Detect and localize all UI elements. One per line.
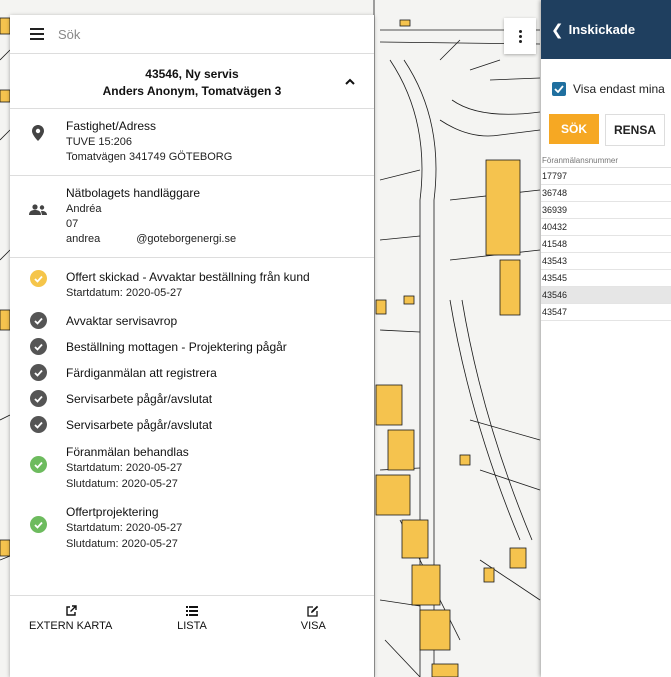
status-step-start: Startdatum: 2020-05-27	[66, 287, 183, 299]
check-icon	[29, 456, 47, 473]
status-step-label: Offert skickad - Avvaktar beställning fr…	[66, 270, 310, 284]
property-section: Fastighet/Adress TUVE 15:206 Tomatvägen …	[10, 109, 374, 176]
extern-karta-label: EXTERN KARTA	[28, 620, 113, 632]
list-icon	[185, 606, 198, 616]
errand-subtitle: Anders Anonym, Tomatvägen 3	[102, 84, 282, 98]
edit-icon	[307, 605, 319, 617]
status-step-label: Servisarbete pågår/avslutat	[66, 418, 213, 432]
status-step: Avvaktar servisavrop	[10, 310, 374, 336]
search-input[interactable]	[56, 25, 340, 43]
status-step: Färdiganmälan att registrera	[10, 362, 374, 388]
menu-icon[interactable]	[30, 28, 44, 40]
kebab-icon[interactable]	[504, 18, 536, 54]
status-step-start: Startdatum: 2020-05-27	[66, 462, 183, 474]
table-row[interactable]: 36748	[541, 185, 671, 202]
search-bar	[10, 15, 374, 54]
property-address: Tomatvägen 341749 GÖTEBORG	[66, 151, 233, 163]
clear-button[interactable]: RENSA	[605, 114, 665, 146]
table-row[interactable]: 43547	[541, 304, 671, 321]
only-mine-label: Visa endast mina	[573, 82, 665, 96]
status-step-label: Färdiganmälan att registrera	[66, 366, 217, 380]
check-icon	[29, 416, 47, 433]
chevron-up-icon[interactable]	[344, 76, 356, 88]
status-steps: Offert skickad - Avvaktar beställning fr…	[10, 258, 374, 560]
check-icon	[29, 390, 47, 407]
errand-title: 43546, Ny servis	[145, 67, 239, 81]
submitted-table: Föranmälansnummer 17797 36748 36939 4043…	[541, 155, 671, 321]
check-icon	[29, 338, 47, 355]
visa-button[interactable]: VISA	[253, 596, 374, 640]
check-icon	[29, 312, 47, 329]
search-button[interactable]: SÖK	[549, 114, 599, 144]
table-row[interactable]: 43545	[541, 270, 671, 287]
detail-panel: 43546, Ny servis Anders Anonym, Tomatväg…	[10, 15, 374, 677]
table-row[interactable]: 43543	[541, 253, 671, 270]
status-step-label: Beställning mottagen - Projektering pågå…	[66, 340, 287, 354]
column-header: Föranmälansnummer	[541, 155, 671, 168]
status-step-end: Slutdatum: 2020-05-27	[66, 478, 178, 490]
check-icon	[29, 364, 47, 381]
status-step: Beställning mottagen - Projektering pågå…	[10, 336, 374, 362]
status-step-end: Slutdatum: 2020-05-27	[66, 538, 178, 550]
check-icon	[29, 516, 47, 533]
action-footer: EXTERN KARTA LISTA VISA	[10, 595, 374, 640]
table-row-selected[interactable]: 43546	[541, 287, 671, 304]
errand-header[interactable]: 43546, Ny servis Anders Anonym, Tomatväg…	[10, 54, 374, 109]
table-row[interactable]: 17797	[541, 168, 671, 185]
handler-phone: 07	[66, 218, 79, 230]
handler-email-user: andrea	[66, 233, 101, 245]
table-row[interactable]: 36939	[541, 202, 671, 219]
status-step-label: Servisarbete pågår/avslutat	[66, 392, 213, 406]
only-mine-checkbox[interactable]: Visa endast mina	[552, 82, 671, 96]
status-step-start: Startdatum: 2020-05-27	[66, 522, 183, 534]
status-step-label: Avvaktar servisavrop	[66, 314, 178, 328]
status-step: Offert skickad - Avvaktar beställning fr…	[10, 264, 374, 310]
status-step: Servisarbete pågår/avslutat	[10, 388, 374, 414]
map-pin-icon	[32, 125, 44, 141]
property-label: Fastighet/Adress	[66, 119, 157, 133]
table-row[interactable]: 41548	[541, 236, 671, 253]
check-icon	[29, 270, 47, 287]
people-icon	[29, 204, 47, 215]
submitted-title: Inskickade	[568, 22, 636, 37]
checkbox-checked-icon[interactable]	[552, 82, 566, 96]
status-step-label: Offertprojektering	[66, 505, 159, 519]
status-step: Servisarbete pågår/avslutat	[10, 414, 374, 444]
status-step-label: Föranmälan behandlas	[66, 445, 189, 459]
visa-label: VISA	[300, 620, 326, 632]
property-designation: TUVE 15:206	[66, 136, 133, 148]
table-row[interactable]: 40432	[541, 219, 671, 236]
status-step: Föranmälan behandlas Startdatum: 2020-05…	[10, 444, 374, 504]
extern-karta-button[interactable]: EXTERN KARTA	[10, 596, 131, 640]
status-step: Offertprojektering Startdatum: 2020-05-2…	[10, 504, 374, 560]
lista-label: LISTA	[177, 620, 207, 632]
handler-email[interactable]: andrea @goteborgenergi.se	[66, 232, 236, 247]
handler-name: Andréa	[66, 203, 102, 215]
handler-email-domain: @goteborgenergi.se	[136, 233, 237, 245]
chevron-left-icon[interactable]: ❮	[551, 21, 564, 39]
lista-button[interactable]: LISTA	[131, 596, 252, 640]
submitted-header[interactable]: ❮ Inskickade	[541, 0, 671, 59]
submitted-panel: ❮ Inskickade Visa endast mina SÖK RENSA …	[541, 0, 671, 677]
external-link-icon	[65, 605, 77, 616]
handler-section: Nätbolagets handläggare Andréa 07 andrea…	[10, 176, 374, 258]
handler-label: Nätbolagets handläggare	[66, 186, 201, 200]
